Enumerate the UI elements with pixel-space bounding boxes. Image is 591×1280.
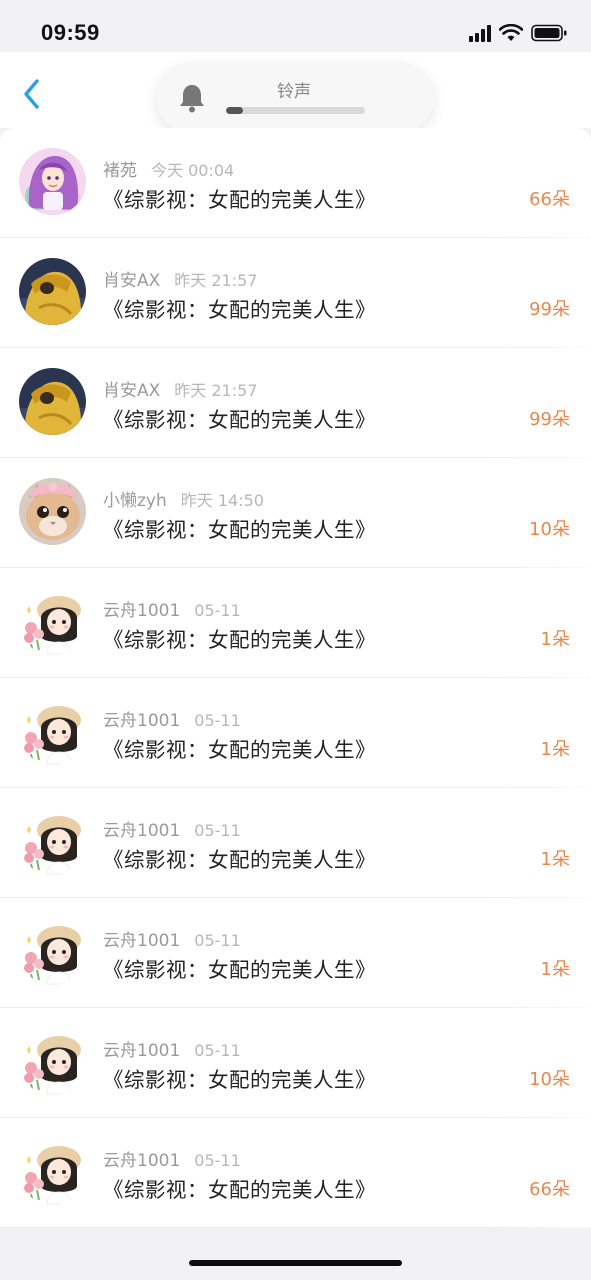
row-user-line: 小懒zyh 昨天 14:50 <box>103 486 264 511</box>
avatar[interactable] <box>19 258 86 325</box>
book-title: 《综影视：女配的完美人生》 <box>103 1178 376 1202</box>
book-title: 《综影视：女配的完美人生》 <box>103 408 376 432</box>
list-item[interactable]: 肖安AX 昨天 21:57 《综影视：女配的完美人生》 99朵 <box>0 348 591 458</box>
flower-count: 99朵 <box>529 299 570 320</box>
book-title: 《综影视：女配的完美人生》 <box>103 1068 376 1092</box>
user-name: 小懒zyh <box>103 491 167 511</box>
avatar[interactable] <box>19 368 86 435</box>
home-indicator[interactable] <box>189 1260 402 1266</box>
avatar[interactable] <box>19 478 86 545</box>
book-title: 《综影视：女配的完美人生》 <box>103 518 376 542</box>
row-user-line: 云舟1001 05-11 <box>103 926 241 951</box>
row-timestamp: 05-11 <box>194 931 241 950</box>
user-name: 云舟1001 <box>103 711 181 731</box>
row-timestamp: 05-11 <box>194 1151 241 1170</box>
row-user-line: 云舟1001 05-11 <box>103 1146 241 1171</box>
ringtone-label: 铃声 <box>277 82 311 102</box>
chevron-left-icon <box>24 79 39 109</box>
flower-count: 1朵 <box>540 739 570 760</box>
row-timestamp: 昨天 21:57 <box>174 381 258 400</box>
avatar[interactable] <box>19 918 86 985</box>
row-timestamp: 05-11 <box>194 711 241 730</box>
book-title: 《综影视：女配的完美人生》 <box>103 738 376 762</box>
avatar[interactable] <box>19 148 86 215</box>
book-title: 《综影视：女配的完美人生》 <box>103 848 376 872</box>
flower-count: 1朵 <box>540 959 570 980</box>
user-name: 云舟1001 <box>103 601 181 621</box>
list-item[interactable]: 肖安AX 昨天 21:57 《综影视：女配的完美人生》 99朵 <box>0 238 591 348</box>
flower-count: 10朵 <box>529 1069 570 1090</box>
user-name: 云舟1001 <box>103 821 181 841</box>
avatar[interactable] <box>19 1138 86 1205</box>
user-name: 云舟1001 <box>103 931 181 951</box>
flower-count: 1朵 <box>540 629 570 650</box>
avatar[interactable] <box>19 698 86 765</box>
row-user-line: 云舟1001 05-11 <box>103 816 241 841</box>
status-time: 09:59 <box>41 20 100 45</box>
book-title: 《综影视：女配的完美人生》 <box>103 628 376 652</box>
battery-icon <box>531 24 567 42</box>
book-title: 《综影视：女配的完美人生》 <box>103 298 376 322</box>
book-title: 《综影视：女配的完美人生》 <box>103 958 376 982</box>
volume-fill <box>226 107 243 114</box>
status-icons <box>469 24 567 42</box>
list-item[interactable]: 云舟1001 05-11 《综影视：女配的完美人生》 1朵 <box>0 788 591 898</box>
flower-count: 66朵 <box>529 189 570 210</box>
user-name: 肖安AX <box>103 271 161 291</box>
row-user-line: 褚苑 今天 00:04 <box>103 156 234 181</box>
row-user-line: 云舟1001 05-11 <box>103 1036 241 1061</box>
avatar[interactable] <box>19 808 86 875</box>
flower-count: 1朵 <box>540 849 570 870</box>
row-timestamp: 05-11 <box>194 1041 241 1060</box>
list-item[interactable]: 云舟1001 05-11 《综影视：女配的完美人生》 1朵 <box>0 898 591 1008</box>
user-name: 肖安AX <box>103 381 161 401</box>
row-timestamp: 今天 00:04 <box>151 161 235 180</box>
user-name: 云舟1001 <box>103 1151 181 1171</box>
book-title: 《综影视：女配的完美人生》 <box>103 188 376 212</box>
row-user-line: 肖安AX 昨天 21:57 <box>103 376 257 401</box>
gift-list: 褚苑 今天 00:04 《综影视：女配的完美人生》 66朵 肖安AX 昨天 21:5… <box>0 128 591 1228</box>
ringtone-volume-slider[interactable] <box>226 107 365 114</box>
row-timestamp: 昨天 21:57 <box>174 271 258 290</box>
avatar[interactable] <box>19 1028 86 1095</box>
row-user-line: 云舟1001 05-11 <box>103 706 241 731</box>
user-name: 云舟1001 <box>103 1041 181 1061</box>
avatar[interactable] <box>19 588 86 655</box>
list-item[interactable]: 云舟1001 05-11 《综影视：女配的完美人生》 66朵 <box>0 1118 591 1228</box>
status-bar: 09:59 <box>0 0 591 52</box>
ringtone-volume-popup: 铃声 <box>156 63 434 133</box>
back-button[interactable] <box>18 76 48 112</box>
list-item[interactable]: 云舟1001 05-11 《综影视：女配的完美人生》 1朵 <box>0 568 591 678</box>
wifi-icon <box>499 24 523 42</box>
flower-count: 10朵 <box>529 519 570 540</box>
row-timestamp: 05-11 <box>194 601 241 620</box>
list-item[interactable]: 云舟1001 05-11 《综影视：女配的完美人生》 1朵 <box>0 678 591 788</box>
list-item[interactable]: 褚苑 今天 00:04 《综影视：女配的完美人生》 66朵 <box>0 128 591 238</box>
cellular-signal-icon <box>469 24 491 42</box>
row-user-line: 肖安AX 昨天 21:57 <box>103 266 257 291</box>
user-name: 褚苑 <box>103 161 137 181</box>
list-item[interactable]: 云舟1001 05-11 《综影视：女配的完美人生》 10朵 <box>0 1008 591 1118</box>
flower-count: 66朵 <box>529 1179 570 1200</box>
row-user-line: 云舟1001 05-11 <box>103 596 241 621</box>
bell-icon <box>178 83 206 117</box>
home-area <box>0 1228 591 1280</box>
list-item[interactable]: 小懒zyh 昨天 14:50 《综影视：女配的完美人生》 10朵 <box>0 458 591 568</box>
row-timestamp: 05-11 <box>194 821 241 840</box>
row-timestamp: 昨天 14:50 <box>180 491 264 510</box>
flower-count: 99朵 <box>529 409 570 430</box>
